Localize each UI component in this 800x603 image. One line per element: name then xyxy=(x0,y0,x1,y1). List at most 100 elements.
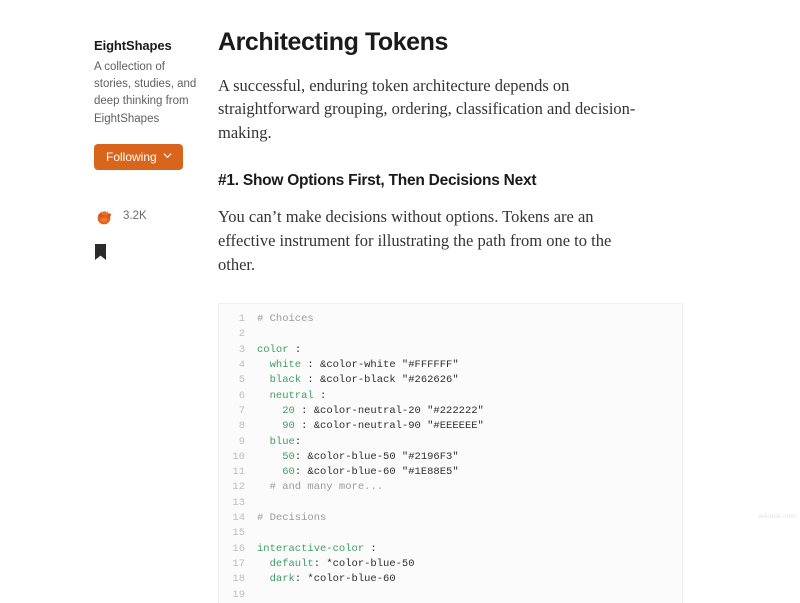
code-token-key: 60 xyxy=(257,466,295,479)
code-line-number: 2 xyxy=(238,328,245,341)
code-token-key: default xyxy=(257,557,314,570)
watermark: wikidok.com xyxy=(758,513,796,520)
code-token-plain: : xyxy=(313,389,327,402)
code-line-text: neutral : xyxy=(257,389,327,404)
code-token-plain: : xyxy=(288,343,302,356)
code-line-number: 1 xyxy=(238,313,245,326)
code-line-text: interactive-color : xyxy=(257,542,377,557)
code-line: 5 black : &color-black "#262626" xyxy=(219,373,682,388)
code-token-plain: : &color-black "#262626" xyxy=(301,374,459,387)
code-line-number: 12 xyxy=(232,481,245,494)
code-line-text: dark: *color-blue-60 xyxy=(257,572,396,587)
code-line-text: 90 : &color-neutral-90 "#EEEEEE" xyxy=(257,419,484,434)
code-token-key: interactive-color xyxy=(257,542,365,555)
code-line-text: # and many more... xyxy=(257,480,383,495)
code-block: 1 # Choices 2 3 color :4 white : &color-whit… xyxy=(218,303,683,603)
article-stats: 3.2K xyxy=(94,206,206,263)
code-line: 7 20 : &color-neutral-20 "#222222" xyxy=(219,404,682,419)
code-line-number: 3 xyxy=(238,343,245,356)
code-token-plain: : &color-blue-60 "#1E88E5" xyxy=(294,466,459,479)
following-button[interactable]: Following xyxy=(94,143,183,170)
code-line-text: 50: &color-blue-50 "#2196F3" xyxy=(257,450,459,465)
article-sidebar: EightShapes A collection of stories, stu… xyxy=(94,38,206,263)
code-line-number: 6 xyxy=(238,389,245,402)
code-token-key: neutral xyxy=(257,389,314,402)
code-line-number: 17 xyxy=(232,557,245,570)
bookmark-icon[interactable] xyxy=(94,243,107,261)
clapping-hands-icon[interactable] xyxy=(94,207,114,227)
code-line: 9 blue: xyxy=(219,435,682,450)
code-line: 18 dark: *color-blue-60 xyxy=(219,572,682,587)
code-token-plain: : &color-neutral-20 "#222222" xyxy=(294,404,484,417)
code-line: 8 90 : &color-neutral-90 "#EEEEEE" xyxy=(219,419,682,434)
code-line: 1 # Choices xyxy=(219,312,682,327)
code-token-comment: # and many more... xyxy=(257,481,384,494)
code-token-key: black xyxy=(257,374,302,387)
code-line-number: 8 xyxy=(238,420,245,433)
code-line: 19 xyxy=(219,588,682,603)
code-line-number: 14 xyxy=(232,512,245,525)
article-content: Architecting Tokens A successful, enduri… xyxy=(218,28,684,603)
publication-name[interactable]: EightShapes xyxy=(94,38,206,55)
section-heading: #1. Show Options First, Then Decisions N… xyxy=(218,172,537,190)
code-line: 3 color : xyxy=(219,343,682,358)
code-token-key: color xyxy=(257,343,289,356)
bookmark-control[interactable] xyxy=(94,243,206,263)
clap-count: 3.2K xyxy=(123,210,147,223)
code-token-key: 90 xyxy=(257,420,295,433)
code-line: 4 white : &color-white "#FFFFFF" xyxy=(219,358,682,373)
code-token-comment: # Choices xyxy=(257,313,314,326)
code-line-text: default: *color-blue-50 xyxy=(257,557,415,572)
code-line: 14 # Decisions xyxy=(219,511,682,526)
code-line-text: white : &color-white "#FFFFFF" xyxy=(257,358,459,373)
clap-stat[interactable]: 3.2K xyxy=(94,206,206,228)
code-line: 12 # and many more... xyxy=(219,480,682,495)
code-token-plain: : &color-neutral-90 "#EEEEEE" xyxy=(294,420,484,433)
code-line-number: 18 xyxy=(232,573,245,586)
code-line: 6 neutral : xyxy=(219,389,682,404)
code-line: 16 interactive-color : xyxy=(219,542,682,557)
code-line-text: # Decisions xyxy=(257,511,326,526)
code-token-key: white xyxy=(257,359,302,372)
code-line: 10 50: &color-blue-50 "#2196F3" xyxy=(219,450,682,465)
code-token-key: 50 xyxy=(257,450,295,463)
article-lede: A successful, enduring token architectur… xyxy=(218,75,636,143)
code-token-plain: : &color-blue-50 "#2196F3" xyxy=(294,450,459,463)
code-line-text: 20 : &color-neutral-20 "#222222" xyxy=(257,404,484,419)
publication-description: A collection of stories, studies, and de… xyxy=(94,60,197,125)
code-token-key: dark xyxy=(257,573,295,586)
code-line-number: 9 xyxy=(238,435,245,448)
code-token-plain: : *color-blue-60 xyxy=(294,573,396,586)
code-line-text: color : xyxy=(257,343,301,358)
following-button-label: Following xyxy=(106,149,157,164)
code-line: 17 default: *color-blue-50 xyxy=(219,557,682,572)
article-paragraph: You can’t make decisions without options… xyxy=(218,207,612,275)
code-line-number: 13 xyxy=(232,496,245,509)
code-line-number: 19 xyxy=(232,588,245,601)
code-token-plain: : *color-blue-50 xyxy=(313,557,415,570)
code-line-number: 16 xyxy=(232,542,245,555)
code-token-comment: # Decisions xyxy=(257,512,327,525)
code-line: 15 xyxy=(219,526,682,541)
code-line-text: black : &color-black "#262626" xyxy=(257,373,459,388)
code-token-key: blue xyxy=(257,435,295,448)
chevron-down-icon xyxy=(163,151,172,160)
code-line-number: 5 xyxy=(238,374,245,387)
code-token-plain: : &color-white "#FFFFFF" xyxy=(301,359,459,372)
code-line-text: 60: &color-blue-60 "#1E88E5" xyxy=(257,465,459,480)
code-token-plain: : xyxy=(294,435,302,448)
code-line-number: 4 xyxy=(238,359,245,372)
code-token-plain: : xyxy=(364,542,377,555)
code-lines[interactable]: 1 # Choices 2 3 color :4 white : &color-whit… xyxy=(219,312,682,603)
code-line-text: blue: xyxy=(257,435,302,450)
code-token-key: 20 xyxy=(257,404,295,417)
code-line-number: 10 xyxy=(232,450,245,463)
code-line: 2 xyxy=(219,327,682,342)
code-line-number: 11 xyxy=(232,466,245,479)
code-line-number: 15 xyxy=(232,527,245,540)
code-line: 11 60: &color-blue-60 "#1E88E5" xyxy=(219,465,682,480)
page-title: Architecting Tokens xyxy=(218,28,448,56)
code-line-number: 7 xyxy=(238,404,245,417)
code-line-text: # Choices xyxy=(257,312,314,327)
code-line: 13 xyxy=(219,496,682,511)
